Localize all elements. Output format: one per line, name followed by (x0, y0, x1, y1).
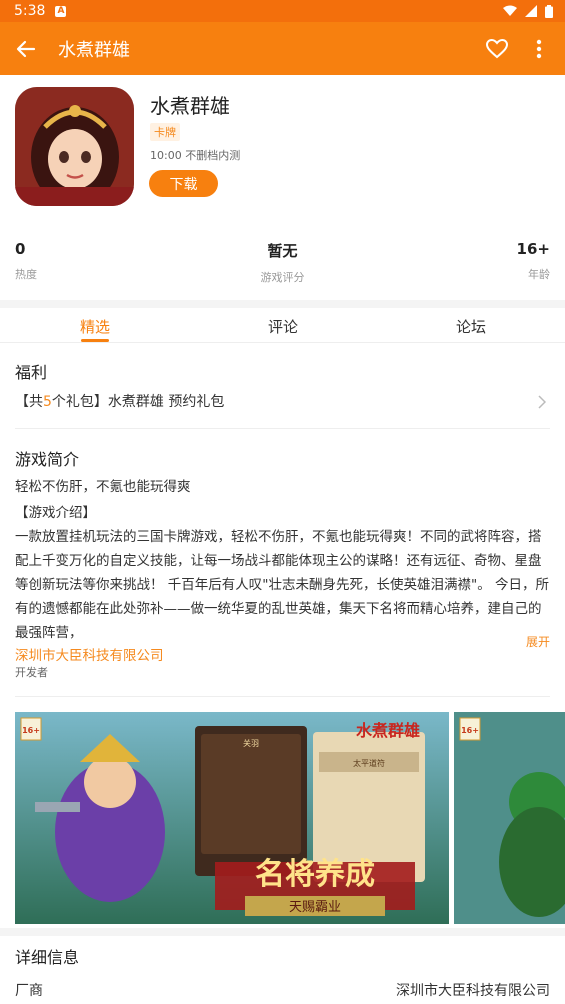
tab-comments[interactable]: 评论 (268, 316, 298, 337)
intro-text: 一款放置挂机玩法的三国卡牌游戏，轻松不伤肝，不氪也能玩得爽！不同的武将阵容，搭配… (15, 529, 550, 641)
intro-subhead: 【游戏介绍】 (15, 505, 96, 521)
status-bar: 5:38 A (0, 0, 565, 22)
stat-rating: 暂无 游戏评分 (0, 240, 565, 285)
section-separator (0, 300, 565, 308)
app-bar-title: 水煮群雄 (58, 39, 130, 61)
intro-body: 【游戏介绍】 一款放置挂机玩法的三国卡牌游戏，轻松不伤肝，不氪也能玩得爽！不同的… (15, 501, 550, 645)
back-arrow-icon[interactable] (12, 35, 40, 63)
details-section: 详细信息 厂商 深圳市大臣科技有限公司 (0, 928, 565, 999)
section-separator (0, 928, 565, 936)
intro-title: 游戏简介 (15, 450, 80, 469)
wifi-icon (503, 5, 517, 16)
tab-bar: 精选 评论 论坛 (0, 308, 565, 343)
chevron-right-icon (538, 395, 546, 409)
app-icon (15, 87, 134, 206)
divider (15, 696, 550, 697)
screenshot-2[interactable]: 16+ (454, 712, 565, 924)
gift-pack-text: 个礼包】水煮群雄 预约礼包 (51, 394, 225, 410)
details-title: 详细信息 (15, 948, 80, 967)
banner-title: 名将养成 (255, 857, 375, 892)
age-rating-badge: 16+ (461, 726, 479, 735)
battery-icon (545, 4, 553, 18)
welfare-section: 福利 【共5个礼包】水煮群雄 预约礼包 (0, 343, 565, 429)
stat-value: 16+ (516, 240, 550, 258)
tab-forum[interactable]: 论坛 (456, 316, 486, 337)
game-logo-text: 水煮群雄 (356, 721, 420, 740)
developer-label: 开发者 (15, 666, 48, 679)
app-bar: 水煮群雄 (0, 22, 565, 75)
status-time: 5:38 (14, 3, 46, 19)
release-info: 10:00 不删档内测 (150, 149, 241, 162)
download-button[interactable]: 下载 (149, 170, 218, 197)
gift-pack-row[interactable]: 【共5个礼包】水煮群雄 预约礼包 (15, 391, 550, 417)
developer-name-text: 深圳市大臣科技有限公司 (15, 648, 164, 664)
intro-tagline: 轻松不伤肝，不氪也能玩得爽 (15, 479, 191, 495)
age-rating-badge: 16+ (22, 726, 40, 735)
vendor-value: 深圳市大臣科技有限公司 (396, 983, 550, 999)
panel2-title: 太平道符 (353, 758, 385, 768)
banner-subtitle: 天赐霸业 (289, 900, 341, 915)
gift-pack-prefix: 【共 (15, 394, 43, 410)
stat-label: 年龄 (528, 268, 550, 281)
a-letter-icon: A (55, 5, 67, 17)
stat-value: 暂无 (267, 242, 298, 260)
vendor-label: 厂商 (15, 983, 43, 999)
active-tab-indicator (81, 339, 109, 342)
stat-age: 16+ 年龄 (517, 240, 550, 282)
gift-pack-count: 5 (43, 394, 52, 410)
screenshot-carousel[interactable]: 名将养成 天赐霸业 水煮群雄 关羽 太平道符 16+ 16+ (15, 712, 565, 924)
panel-title: 关羽 (243, 738, 259, 748)
screenshot-1[interactable]: 名将养成 天赐霸业 水煮群雄 关羽 太平道符 16+ (15, 712, 449, 924)
expand-link[interactable]: 展开 (526, 633, 550, 650)
favorite-heart-icon[interactable] (483, 35, 511, 63)
stats-row: 0 热度 暂无 游戏评分 16+ 年龄 (0, 225, 565, 300)
stat-label: 游戏评分 (260, 271, 305, 284)
tab-featured[interactable]: 精选 (80, 316, 110, 337)
category-tag[interactable]: 卡牌 (150, 123, 180, 141)
app-name: 水煮群雄 (150, 94, 230, 118)
more-options-icon[interactable] (525, 35, 553, 63)
developer-name[interactable]: 深圳市大臣科技有限公司 (15, 644, 164, 664)
app-header: 水煮群雄 卡牌 10:00 不删档内测 下载 (0, 75, 565, 225)
signal-icon (525, 5, 537, 17)
welfare-title: 福利 (15, 363, 48, 382)
